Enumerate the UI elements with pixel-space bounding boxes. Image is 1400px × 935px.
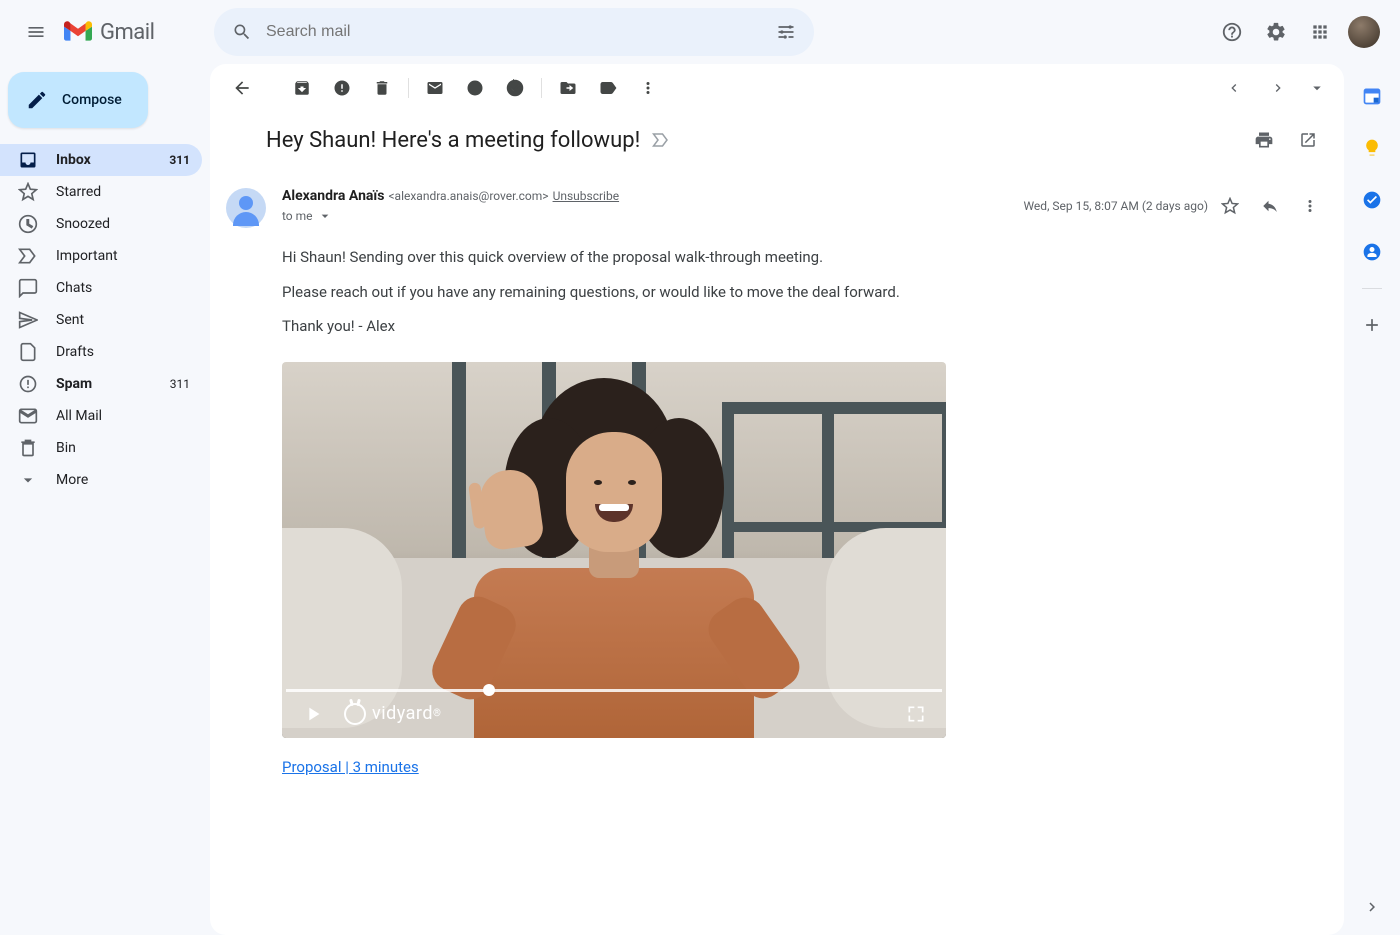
snooze-button[interactable]: [455, 68, 495, 108]
sidebar-item-starred[interactable]: Starred: [0, 176, 202, 208]
message-view: Hey Shaun! Here's a meeting followup! Al…: [210, 64, 1344, 935]
contacts-app-icon[interactable]: [1352, 232, 1392, 272]
nav-label: Important: [56, 248, 118, 264]
subject-text: Hey Shaun! Here's a meeting followup!: [266, 128, 640, 153]
back-button[interactable]: [222, 68, 262, 108]
nav-label: Snoozed: [56, 216, 110, 232]
side-panel: [1344, 64, 1400, 935]
sidebar-item-important[interactable]: Important: [0, 240, 202, 272]
chat-icon: [18, 278, 38, 298]
trash-icon: [18, 438, 38, 458]
fullscreen-icon[interactable]: [906, 704, 926, 724]
body-paragraph: Please reach out if you have any remaini…: [282, 281, 1186, 304]
nav-label: All Mail: [56, 408, 102, 424]
sidebar-item-spam[interactable]: Spam 311: [0, 368, 202, 400]
compose-label: Compose: [62, 92, 122, 108]
archive-button[interactable]: [282, 68, 322, 108]
inbox-icon: [18, 150, 38, 170]
search-icon[interactable]: [222, 12, 262, 52]
clock-icon: [18, 214, 38, 234]
sidebar-item-snoozed[interactable]: Snoozed: [0, 208, 202, 240]
support-icon[interactable]: [1212, 12, 1252, 52]
apps-icon[interactable]: [1300, 12, 1340, 52]
reply-button[interactable]: [1252, 188, 1288, 224]
sender-avatar[interactable]: [226, 188, 266, 228]
star-button[interactable]: [1212, 188, 1248, 224]
sidebar-item-sent[interactable]: Sent: [0, 304, 202, 336]
print-button[interactable]: [1244, 120, 1284, 160]
important-icon: [18, 246, 38, 266]
toolbar: [210, 64, 1344, 112]
sidebar-item-more[interactable]: More: [0, 464, 202, 496]
newer-button[interactable]: [1258, 68, 1298, 108]
timestamp: Wed, Sep 15, 8:07 AM (2 days ago): [1023, 199, 1208, 213]
add-to-tasks-button[interactable]: [495, 68, 535, 108]
gmail-logo[interactable]: Gmail: [60, 20, 214, 45]
more-actions-button[interactable]: [628, 68, 668, 108]
play-icon[interactable]: [302, 703, 324, 725]
move-to-button[interactable]: [548, 68, 588, 108]
nav-count: 311: [169, 153, 190, 167]
recipient-label: to me: [282, 209, 313, 223]
nav-count: 311: [170, 377, 190, 391]
labels-button[interactable]: [588, 68, 628, 108]
delete-button[interactable]: [362, 68, 402, 108]
keep-app-icon[interactable]: [1352, 128, 1392, 168]
sidebar-item-inbox[interactable]: Inbox 311: [0, 144, 202, 176]
compose-button[interactable]: Compose: [8, 72, 148, 128]
sidebar-item-chats[interactable]: Chats: [0, 272, 202, 304]
add-app-icon[interactable]: [1352, 305, 1392, 345]
nav-label: Inbox: [56, 152, 91, 168]
important-marker-icon[interactable]: [652, 132, 670, 148]
search-bar[interactable]: [214, 8, 814, 56]
message-body: Hi Shaun! Sending over this quick overvi…: [226, 228, 1186, 778]
gmail-icon: [64, 21, 92, 43]
body-paragraph: Thank you! - Alex: [282, 315, 1186, 338]
input-tools-button[interactable]: [1302, 68, 1332, 108]
more-button[interactable]: [1292, 188, 1328, 224]
pencil-icon: [26, 89, 48, 111]
sidebar-item-drafts[interactable]: Drafts: [0, 336, 202, 368]
mail-icon: [18, 406, 38, 426]
calendar-app-icon[interactable]: [1352, 76, 1392, 116]
nav-label: Bin: [56, 440, 76, 456]
video-thumbnail[interactable]: vidyard®: [282, 362, 946, 738]
hide-sidepanel-button[interactable]: [1352, 887, 1392, 927]
video-link[interactable]: Proposal | 3 minutes: [282, 756, 419, 779]
star-icon: [18, 182, 38, 202]
nav-label: Chats: [56, 280, 92, 296]
nav-label: Starred: [56, 184, 101, 200]
more-icon: [18, 470, 38, 490]
settings-icon[interactable]: [1256, 12, 1296, 52]
account-avatar[interactable]: [1348, 16, 1380, 48]
sender-email: <alexandra.anais@rover.com>: [388, 189, 548, 203]
nav-label: More: [56, 472, 88, 488]
sidebar-item-all-mail[interactable]: All Mail: [0, 400, 202, 432]
older-button[interactable]: [1214, 68, 1254, 108]
send-icon: [18, 310, 38, 330]
chevron-down-icon[interactable]: [317, 208, 333, 224]
mark-unread-button[interactable]: [415, 68, 455, 108]
report-spam-button[interactable]: [322, 68, 362, 108]
draft-icon: [18, 342, 38, 362]
app-name: Gmail: [100, 20, 154, 45]
nav-label: Drafts: [56, 344, 94, 360]
search-input[interactable]: [262, 23, 766, 41]
sidebar: Compose Inbox 311 Starred Snoozed Important C…: [0, 64, 210, 935]
body-paragraph: Hi Shaun! Sending over this quick overvi…: [282, 246, 1186, 269]
unsubscribe-link[interactable]: Unsubscribe: [553, 189, 620, 203]
spam-icon: [18, 374, 38, 394]
tasks-app-icon[interactable]: [1352, 180, 1392, 220]
open-new-window-button[interactable]: [1288, 120, 1328, 160]
main-menu-button[interactable]: [12, 8, 60, 56]
sidebar-item-bin[interactable]: Bin: [0, 432, 202, 464]
search-options-icon[interactable]: [766, 12, 806, 52]
video-scene: [282, 362, 946, 738]
nav-label: Sent: [56, 312, 84, 328]
sender-name: Alexandra Anaïs: [282, 188, 384, 204]
vidyard-logo: vidyard®: [344, 700, 441, 727]
nav-label: Spam: [56, 376, 92, 392]
